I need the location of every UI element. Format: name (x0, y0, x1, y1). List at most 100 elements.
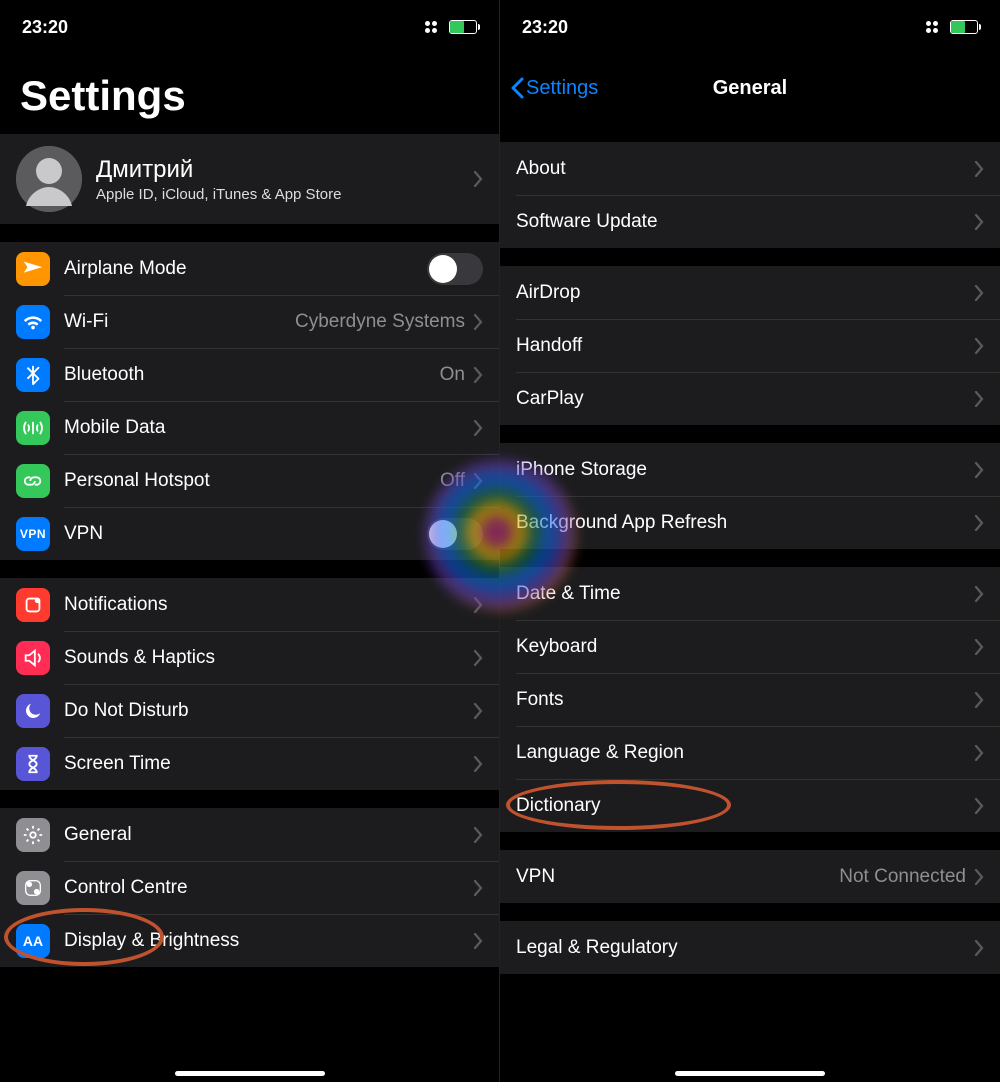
vpn-toggle[interactable] (427, 518, 483, 550)
dnd-row[interactable]: Do Not Disturb (0, 684, 499, 737)
airplane-label: Airplane Mode (64, 258, 427, 280)
chevron-right-icon (974, 161, 984, 177)
chevron-right-icon (974, 940, 984, 956)
bluetooth-icon (16, 358, 50, 392)
dictionary-row[interactable]: Dictionary (500, 779, 1000, 832)
status-time: 23:20 (522, 17, 568, 38)
gear-icon (16, 818, 50, 852)
system-group: General Control Centre AA Display & Brig… (0, 808, 499, 967)
chevron-right-icon (473, 367, 483, 383)
chevron-right-icon (974, 692, 984, 708)
carplay-row[interactable]: CarPlay (500, 372, 1000, 425)
keyboard-row[interactable]: Keyboard (500, 620, 1000, 673)
vpn-label2: VPN (516, 866, 839, 888)
hourglass-icon (16, 747, 50, 781)
chevron-right-icon (974, 285, 984, 301)
handoff-label: Handoff (516, 335, 974, 357)
chevron-right-icon (473, 756, 483, 772)
bluetooth-value: On (440, 364, 465, 386)
carplay-label: CarPlay (516, 388, 974, 410)
about-label: About (516, 158, 974, 180)
about-row[interactable]: About (500, 142, 1000, 195)
storage-group: iPhone Storage Background App Refresh (500, 443, 1000, 549)
bluetooth-row[interactable]: Bluetooth On (0, 348, 499, 401)
profile-row[interactable]: Дмитрий Apple ID, iCloud, iTunes & App S… (0, 134, 499, 224)
software-label: Software Update (516, 211, 974, 233)
wifi-value: Cyberdyne Systems (295, 311, 465, 333)
vpn-icon: VPN (16, 517, 50, 551)
sounds-label: Sounds & Haptics (64, 647, 473, 669)
control-centre-row[interactable]: Control Centre (0, 861, 499, 914)
sliders-icon (16, 871, 50, 905)
chevron-right-icon (974, 798, 984, 814)
keyboard-label: Keyboard (516, 636, 974, 658)
chevron-right-icon (473, 827, 483, 843)
profile-subtitle: Apple ID, iCloud, iTunes & App Store (96, 186, 459, 203)
datetime-label: Date & Time (516, 583, 974, 605)
vpn-group: VPN Not Connected (500, 850, 1000, 903)
home-indicator (675, 1071, 825, 1076)
chevron-right-icon (974, 639, 984, 655)
general-screen: 23:20 Settings General About Software Up… (500, 0, 1000, 1082)
airplane-mode-row[interactable]: Airplane Mode (0, 242, 499, 295)
chevron-right-icon (473, 597, 483, 613)
vpn-row[interactable]: VPN VPN (0, 507, 499, 560)
chevron-right-icon (473, 420, 483, 436)
profile-group: Дмитрий Apple ID, iCloud, iTunes & App S… (0, 134, 499, 224)
back-button[interactable]: Settings (500, 77, 598, 100)
airdrop-row[interactable]: AirDrop (500, 266, 1000, 319)
cellular-signal-icon (926, 21, 938, 33)
general-row[interactable]: General (0, 808, 499, 861)
chevron-right-icon (473, 473, 483, 489)
chevron-right-icon (473, 703, 483, 719)
display-row[interactable]: AA Display & Brightness (0, 914, 499, 967)
mobiledata-label: Mobile Data (64, 417, 473, 439)
bg-refresh-row[interactable]: Background App Refresh (500, 496, 1000, 549)
wifi-label: Wi-Fi (64, 311, 295, 333)
airdrop-label: AirDrop (516, 282, 974, 304)
software-update-row[interactable]: Software Update (500, 195, 1000, 248)
chevron-left-icon (510, 77, 524, 99)
fonts-label: Fonts (516, 689, 974, 711)
about-group: About Software Update (500, 142, 1000, 248)
notifications-row[interactable]: Notifications (0, 578, 499, 631)
sounds-row[interactable]: Sounds & Haptics (0, 631, 499, 684)
notifications-icon (16, 588, 50, 622)
airplane-toggle[interactable] (427, 253, 483, 285)
chevron-right-icon (974, 214, 984, 230)
screentime-label: Screen Time (64, 753, 473, 775)
airplane-icon (16, 252, 50, 286)
hotspot-value: Off (440, 470, 465, 492)
mobile-data-row[interactable]: Mobile Data (0, 401, 499, 454)
status-bar: 23:20 (500, 0, 1000, 44)
chevron-right-icon (974, 745, 984, 761)
text-size-icon: AA (16, 924, 50, 958)
wifi-row[interactable]: Wi-Fi Cyberdyne Systems (0, 295, 499, 348)
nav-header: Settings General (500, 64, 1000, 112)
language-region-row[interactable]: Language & Region (500, 726, 1000, 779)
notifications-label: Notifications (64, 594, 473, 616)
chevron-right-icon (974, 391, 984, 407)
chevron-right-icon (974, 515, 984, 531)
fonts-row[interactable]: Fonts (500, 673, 1000, 726)
hotspot-label: Personal Hotspot (64, 470, 440, 492)
battery-icon (449, 20, 477, 34)
avatar-icon (16, 146, 82, 212)
sharing-group: AirDrop Handoff CarPlay (500, 266, 1000, 425)
link-icon (16, 464, 50, 498)
display-label: Display & Brightness (64, 930, 473, 952)
iphone-storage-row[interactable]: iPhone Storage (500, 443, 1000, 496)
datetime-row[interactable]: Date & Time (500, 567, 1000, 620)
vpn-value2: Not Connected (839, 866, 966, 888)
bluetooth-label: Bluetooth (64, 364, 440, 386)
home-indicator (175, 1071, 325, 1076)
vpn-row2[interactable]: VPN Not Connected (500, 850, 1000, 903)
legal-row[interactable]: Legal & Regulatory (500, 921, 1000, 974)
handoff-row[interactable]: Handoff (500, 319, 1000, 372)
antenna-icon (16, 411, 50, 445)
personal-hotspot-row[interactable]: Personal Hotspot Off (0, 454, 499, 507)
status-bar: 23:20 (0, 0, 499, 44)
chevron-right-icon (974, 586, 984, 602)
screentime-row[interactable]: Screen Time (0, 737, 499, 790)
page-title: Settings (0, 44, 499, 134)
